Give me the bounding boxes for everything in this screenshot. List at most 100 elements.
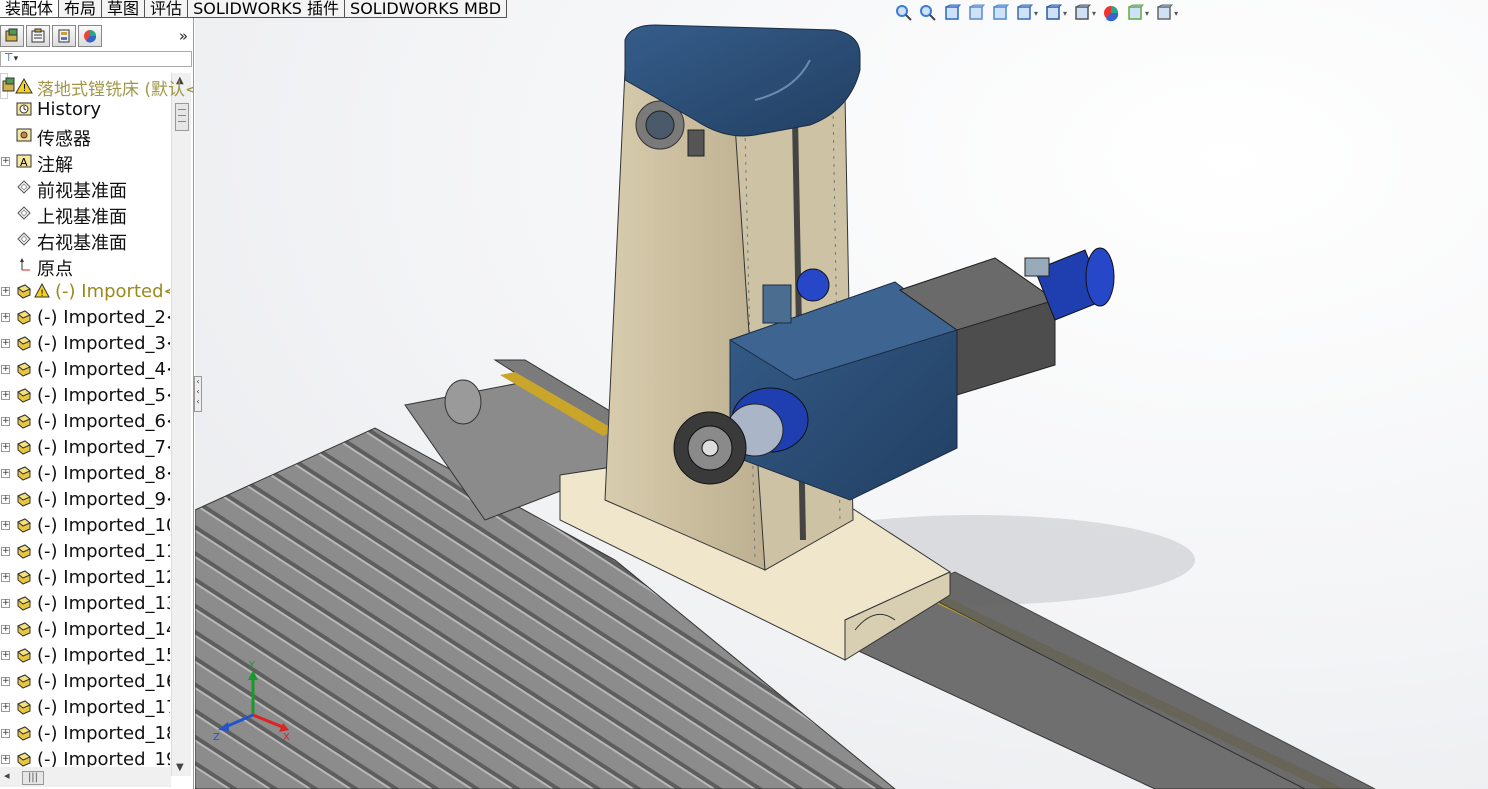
- tab-1[interactable]: 布局: [59, 0, 103, 18]
- expand-toggle-icon[interactable]: +: [1, 365, 10, 374]
- tab-2[interactable]: 草图: [102, 0, 146, 18]
- gearbox-motor: [796, 268, 830, 302]
- expand-toggle-icon[interactable]: +: [1, 417, 10, 426]
- expand-toggle-icon[interactable]: +: [1, 651, 10, 660]
- rail-end-cap: [444, 379, 482, 425]
- tree-item[interactable]: 上视基准面: [0, 201, 170, 228]
- expand-toggle-icon[interactable]: +: [1, 677, 10, 686]
- zoom-to-fit-icon[interactable]: [895, 4, 913, 22]
- tree-item[interactable]: + (-) Imported_5<: [0, 383, 170, 409]
- tab-3[interactable]: 评估: [145, 0, 189, 18]
- tree-filter-bar[interactable]: ⊤▾: [0, 51, 192, 67]
- panel-collapse-handle[interactable]: ‹ ‹ ‹: [194, 376, 202, 412]
- horizontal-scroll-thumb[interactable]: |||: [22, 771, 44, 785]
- column-nameplate: [687, 129, 705, 157]
- scroll-left-arrow-icon[interactable]: ◂: [4, 769, 10, 782]
- tree-item[interactable]: + (-) Imported_3<: [0, 331, 170, 357]
- tree-item-label: (-) Imported_18: [37, 723, 170, 744]
- tree-item[interactable]: 传感器: [0, 123, 170, 150]
- tree-item-label: (-) Imported_8<: [37, 463, 170, 484]
- previous-view-icon[interactable]: [943, 4, 961, 22]
- expand-toggle-icon[interactable]: +: [1, 547, 10, 556]
- tree-item[interactable]: + (-) Imported_9<: [0, 487, 170, 513]
- tab-5[interactable]: SOLIDWORKS MBD: [345, 0, 508, 18]
- tree-item[interactable]: + (-) Imported_6<: [0, 409, 170, 435]
- triad-z-arrow: [218, 722, 229, 731]
- tree-item-label: (-) Imported_4<: [37, 359, 170, 380]
- expand-toggle-icon[interactable]: +: [1, 521, 10, 530]
- configuration-manager-tab[interactable]: [52, 25, 76, 47]
- panel-expand-chevron[interactable]: »: [179, 27, 188, 45]
- zoom-to-area-icon[interactable]: [919, 4, 937, 22]
- tab-0[interactable]: 装配体: [0, 0, 60, 18]
- feature-manager-tab[interactable]: [0, 25, 24, 47]
- graphics-viewport[interactable]: ▾ ▾ ▾ ▾ ▾ Y X Z: [195, 0, 1488, 789]
- tree-item[interactable]: + (-) Imported_4<: [0, 357, 170, 383]
- tree-item-label: 上视基准面: [37, 207, 127, 228]
- expand-toggle-icon[interactable]: +: [1, 339, 10, 348]
- plane-icon: [16, 179, 32, 195]
- tree-item[interactable]: + (-) Imported_7<: [0, 435, 170, 461]
- tree-item[interactable]: + (-) Imported_10: [0, 513, 170, 539]
- dynamic-annotation-icon[interactable]: [991, 4, 1009, 22]
- dropdown-arrow-icon[interactable]: ▾: [1063, 9, 1067, 18]
- tree-item[interactable]: + (-) Imported_18: [0, 721, 170, 747]
- tree-item[interactable]: + (-) Imported_15: [0, 643, 170, 669]
- assembly-root-node[interactable]: ! 落地式镗铣床 (默认<默认_显示状态-1>): [0, 73, 193, 100]
- tree-item[interactable]: + (-) Imported_8<: [0, 461, 170, 487]
- tree-item-label: (-) Imported_9<: [37, 489, 170, 510]
- part-icon: [16, 387, 32, 403]
- tree-vertical-scrollbar[interactable]: ▲ ▼: [171, 73, 191, 776]
- view-settings-icon[interactable]: [1155, 4, 1174, 22]
- tree-item[interactable]: 原点: [0, 253, 170, 280]
- dropdown-arrow-icon[interactable]: ▾: [1174, 9, 1178, 18]
- expand-toggle-icon[interactable]: +: [1, 157, 10, 166]
- expand-toggle-icon[interactable]: +: [1, 573, 10, 582]
- hide-show-items-icon[interactable]: [1073, 4, 1092, 22]
- expand-toggle-icon[interactable]: +: [1, 313, 10, 322]
- view-orientation-icon[interactable]: [1015, 4, 1033, 22]
- tree-horizontal-scrollbar[interactable]: ◂ |||: [0, 767, 171, 787]
- tree-item[interactable]: + A 注解: [0, 149, 170, 176]
- expand-toggle-icon[interactable]: +: [1, 287, 10, 296]
- tree-item[interactable]: +! (-) Imported<: [0, 279, 170, 305]
- expand-toggle-icon[interactable]: +: [1, 495, 10, 504]
- expand-toggle-icon[interactable]: +: [1, 469, 10, 478]
- tree-item[interactable]: + (-) Imported_16: [0, 669, 170, 695]
- assembly-model-render[interactable]: [195, 0, 1488, 789]
- expand-toggle-icon[interactable]: +: [1, 599, 10, 608]
- tree-item-label: (-) Imported_17: [37, 697, 170, 718]
- expand-toggle-icon[interactable]: +: [1, 391, 10, 400]
- tree-item[interactable]: 前视基准面: [0, 175, 170, 202]
- property-manager-tab[interactable]: [26, 25, 50, 47]
- tree-item[interactable]: + (-) Imported_14: [0, 617, 170, 643]
- edit-appearance-icon[interactable]: [1102, 4, 1120, 22]
- expand-toggle-icon[interactable]: +: [1, 755, 10, 764]
- tree-item[interactable]: + (-) Imported_2<: [0, 305, 170, 331]
- tree-item-label: (-) Imported_6<: [37, 411, 170, 432]
- tree-item[interactable]: + (-) Imported_12: [0, 565, 170, 591]
- scroll-down-arrow-icon[interactable]: ▼: [176, 762, 184, 773]
- dropdown-arrow-icon[interactable]: ▾: [1034, 9, 1038, 18]
- part-icon: [16, 361, 32, 377]
- tab-4[interactable]: SOLIDWORKS 插件: [188, 0, 346, 18]
- tree-item[interactable]: + (-) Imported_11: [0, 539, 170, 565]
- tree-item[interactable]: 右视基准面: [0, 227, 170, 254]
- tree-item[interactable]: History: [0, 97, 170, 123]
- expand-toggle-icon[interactable]: +: [1, 625, 10, 634]
- display-manager-tab[interactable]: [78, 25, 102, 47]
- expand-toggle-icon[interactable]: +: [1, 729, 10, 738]
- svg-text:A: A: [20, 156, 28, 169]
- expand-toggle-icon[interactable]: +: [1, 443, 10, 452]
- expand-toggle-icon[interactable]: +: [1, 703, 10, 712]
- dropdown-arrow-icon[interactable]: ▾: [1145, 9, 1149, 18]
- tree-item[interactable]: + (-) Imported_13: [0, 591, 170, 617]
- scroll-thumb[interactable]: [175, 103, 189, 131]
- section-view-icon[interactable]: [967, 4, 985, 22]
- dropdown-arrow-icon[interactable]: ▾: [1092, 9, 1096, 18]
- feature-manager-panel: » ⊤▾ History 传感器 + A 注解 前视基准面 上视基准面 右视基准面 原点 +! (-…: [0, 18, 194, 789]
- apply-scene-icon[interactable]: [1126, 4, 1145, 22]
- display-style-icon[interactable]: [1044, 4, 1063, 22]
- tree-item[interactable]: + (-) Imported_17: [0, 695, 170, 721]
- part-icon: [16, 673, 32, 689]
